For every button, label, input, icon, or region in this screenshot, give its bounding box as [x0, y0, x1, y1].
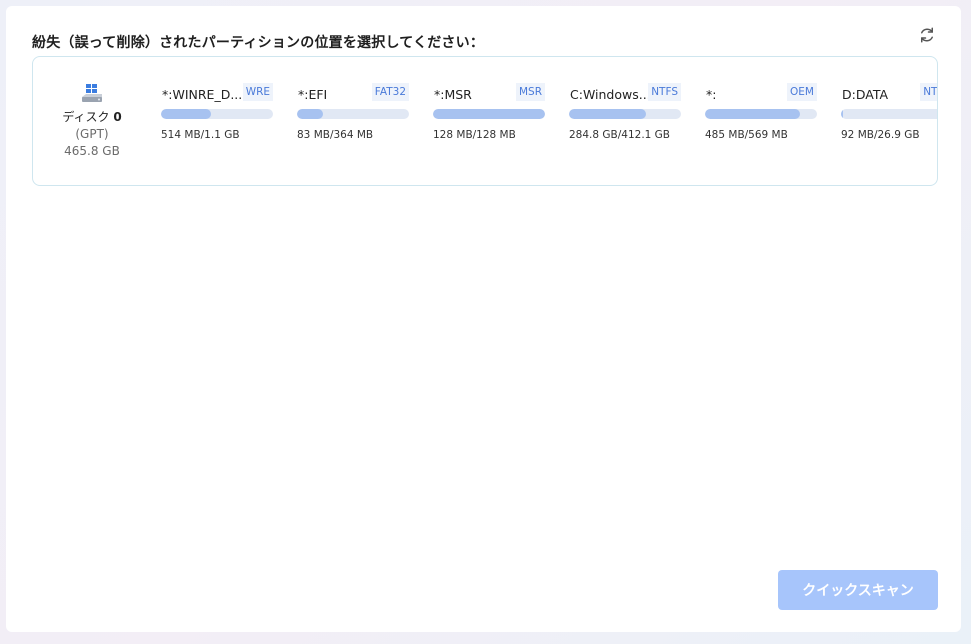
- usage-bar-fill: [297, 109, 323, 119]
- usage-bar-fill: [161, 109, 212, 119]
- partition-usage: 83 MB/364 MB: [297, 129, 374, 141]
- usage-bar: [841, 109, 937, 119]
- partition-usage: 514 MB/1.1 GB: [161, 129, 240, 141]
- usage-bar-fill: [705, 109, 801, 119]
- usage-bar-fill: [433, 109, 545, 119]
- partition-item[interactable]: *:WINRE_D... WRE 514 MB/1.1 GB: [161, 79, 273, 149]
- disk-number: 0: [113, 110, 122, 124]
- usage-bar: [433, 109, 545, 119]
- filesystem-badge: NTFS: [648, 83, 681, 101]
- disk-name: ディスク 0: [51, 109, 133, 126]
- refresh-button[interactable]: [916, 24, 938, 46]
- disk-size: 465.8 GB: [64, 144, 120, 158]
- partition-item[interactable]: D:DATA NTFS 92 MB/26.9 GB: [841, 79, 937, 149]
- partition-list: *:WINRE_D... WRE 514 MB/1.1 GB *:EFI FAT32 83…: [161, 79, 937, 159]
- usage-bar-fill: [569, 109, 647, 119]
- windows-disk-icon: [82, 84, 102, 102]
- partition-item[interactable]: *:EFI FAT32 83 MB/364 MB: [297, 79, 409, 149]
- usage-bar: [705, 109, 817, 119]
- usage-bar: [569, 109, 681, 119]
- disk-info: ディスク 0 (GPT) 465.8 GB: [51, 83, 133, 160]
- disk-partition-style: (GPT): [75, 127, 109, 141]
- partition-name: *:EFI: [298, 87, 328, 102]
- partition-name: *:MSR: [434, 87, 472, 102]
- partition-name: D:DATA: [842, 87, 889, 102]
- partition-name: C:Windows...: [570, 87, 651, 102]
- filesystem-badge: MSR: [515, 83, 545, 101]
- main-panel: 紛失（誤って削除）されたパーティションの位置を選択してください： ディスク 0: [6, 6, 961, 632]
- partition-item[interactable]: C:Windows... NTFS 284.8 GB/412.1 GB: [569, 79, 681, 149]
- usage-bar: [161, 109, 273, 119]
- partition-usage: 128 MB/128 MB: [433, 129, 516, 141]
- disk-card: ディスク 0 (GPT) 465.8 GB *:WINRE_D... WRE 514…: [32, 56, 938, 186]
- partition-usage: 284.8 GB/412.1 GB: [569, 129, 671, 141]
- filesystem-badge: WRE: [242, 83, 273, 101]
- partition-name: *:: [706, 87, 717, 102]
- partition-usage: 485 MB/569 MB: [705, 129, 788, 141]
- filesystem-badge: OEM: [787, 83, 817, 101]
- partition-item[interactable]: *: OEM 485 MB/569 MB: [705, 79, 817, 149]
- disk-name-prefix: ディスク: [62, 110, 110, 124]
- partition-usage: 92 MB/26.9 GB: [841, 129, 920, 141]
- filesystem-badge: FAT32: [371, 83, 409, 101]
- partition-name: *:WINRE_D...: [162, 87, 243, 102]
- partition-item[interactable]: *:MSR MSR 128 MB/128 MB: [433, 79, 545, 149]
- quick-scan-button[interactable]: クイックスキャン: [778, 570, 938, 610]
- filesystem-badge: NTFS: [920, 83, 937, 101]
- usage-bar: [297, 109, 409, 119]
- page-title: 紛失（誤って削除）されたパーティションの位置を選択してください：: [32, 35, 485, 51]
- usage-bar-fill: [841, 109, 844, 119]
- refresh-icon: [921, 27, 933, 43]
